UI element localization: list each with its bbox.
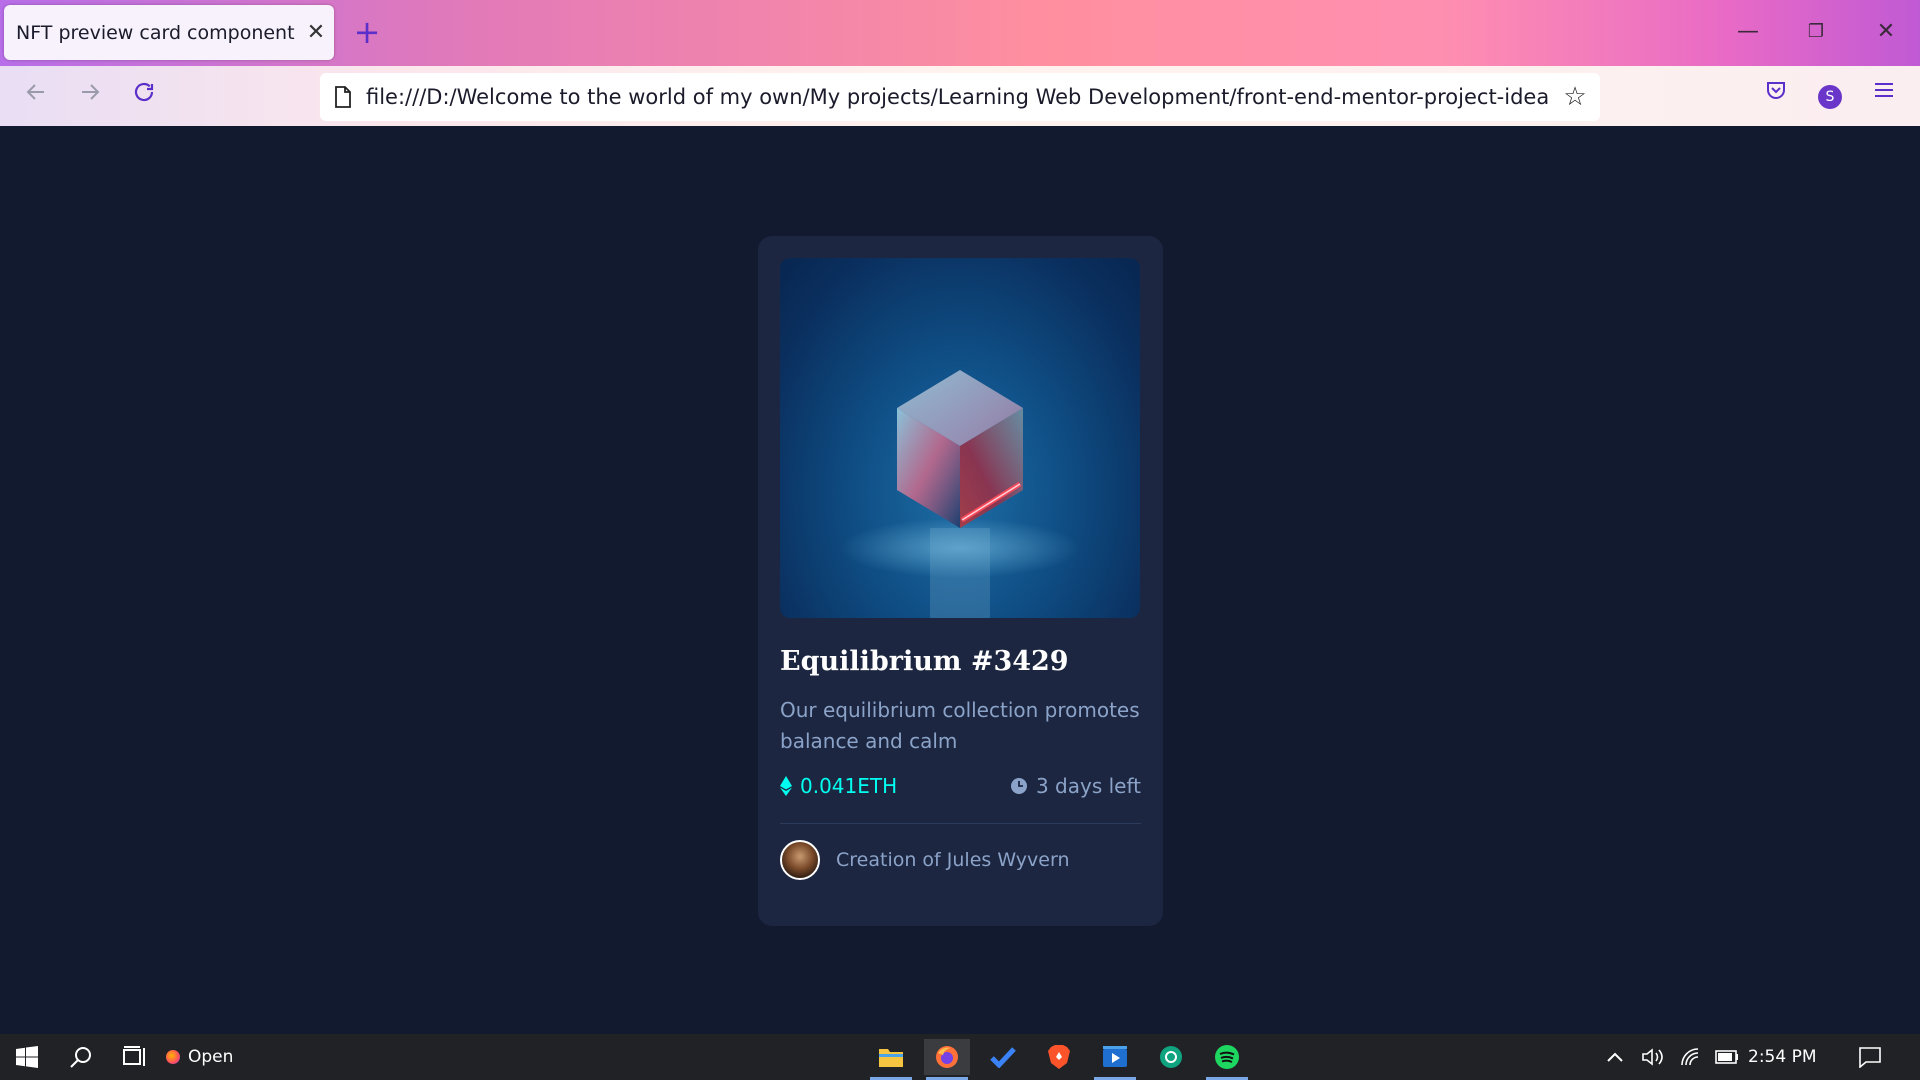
hamburger-menu-icon	[1875, 83, 1893, 97]
battery-button[interactable]	[1712, 1039, 1742, 1075]
browser-toolbar: file:///D:/Welcome to the world of my ow…	[0, 66, 1920, 126]
restore-button[interactable]: ❐	[1796, 14, 1836, 50]
reload-icon	[134, 82, 154, 102]
notifications-button[interactable]	[1852, 1039, 1888, 1075]
bookmark-star-icon[interactable]: ☆	[1550, 82, 1600, 112]
spotify-app[interactable]	[1204, 1039, 1250, 1080]
file-explorer-app[interactable]	[868, 1039, 914, 1080]
page-viewport: Equilibrium #3429 Our equilibrium collec…	[0, 126, 1920, 1034]
firefox-icon	[936, 1046, 958, 1068]
page-icon	[320, 73, 366, 121]
spotify-icon	[1215, 1045, 1239, 1069]
battery-icon	[1715, 1050, 1738, 1064]
back-button[interactable]	[16, 76, 56, 116]
clock-icon	[1010, 778, 1027, 794]
new-tab-button[interactable]: +	[352, 14, 382, 50]
chatgpt-icon	[1160, 1046, 1182, 1068]
time-left: 3 days left	[1035, 774, 1141, 798]
brave-icon	[1048, 1045, 1070, 1069]
tab-nft-preview[interactable]: NFT preview card component ✕	[4, 5, 334, 60]
equilibrium-cube-image	[840, 370, 1080, 618]
system-clock[interactable]: 2:54 PM	[1748, 1034, 1817, 1080]
account-button[interactable]: S	[1812, 78, 1848, 114]
menu-button[interactable]	[1866, 78, 1902, 114]
volume-icon	[1642, 1048, 1663, 1066]
card-description: Our equilibrium collection promotes bala…	[780, 698, 1140, 753]
video-player-icon	[1103, 1046, 1127, 1067]
nft-card: Equilibrium #3429 Our equilibrium collec…	[758, 236, 1163, 926]
profile-avatar: S	[1818, 85, 1842, 109]
creator-name[interactable]: Creation of Jules Wyvern	[836, 849, 1069, 871]
video-player-app[interactable]	[1092, 1039, 1138, 1080]
pocket-icon	[1767, 82, 1785, 99]
task-view-icon	[123, 1046, 145, 1066]
tab-title: NFT preview card component	[16, 21, 295, 44]
notification-icon	[1859, 1047, 1881, 1068]
firefox-app[interactable]	[924, 1039, 970, 1080]
forward-button[interactable]	[70, 76, 110, 116]
brave-app[interactable]	[1036, 1039, 1082, 1075]
search-button[interactable]	[58, 1039, 104, 1075]
firefox-small-icon	[166, 1050, 180, 1064]
windows-taskbar: Open 2:54 PM	[0, 1034, 1920, 1080]
search-icon	[70, 1047, 91, 1068]
card-title[interactable]: Equilibrium #3429	[780, 646, 1141, 677]
creator-avatar	[780, 840, 820, 880]
todo-app[interactable]	[980, 1039, 1026, 1075]
card-stats: 0.041ETH 3 days left	[780, 771, 1141, 801]
search-open-item[interactable]: Open	[166, 1039, 233, 1075]
url-text[interactable]: file:///D:/Welcome to the world of my ow…	[366, 85, 1550, 109]
network-button[interactable]	[1676, 1039, 1706, 1075]
ethereum-icon	[780, 776, 792, 796]
task-view-button[interactable]	[112, 1039, 158, 1075]
file-explorer-icon	[879, 1049, 903, 1067]
minimize-button[interactable]: —	[1728, 14, 1768, 50]
back-arrow-icon	[26, 84, 44, 100]
creator-row: Creation of Jules Wyvern	[780, 840, 1141, 880]
pocket-button[interactable]	[1758, 78, 1794, 114]
chatgpt-app[interactable]	[1148, 1039, 1194, 1075]
show-hidden-icons-button[interactable]	[1600, 1039, 1630, 1075]
browser-tab-bar: NFT preview card component ✕ + — ❐ ✕	[0, 0, 1920, 66]
address-bar[interactable]: file:///D:/Welcome to the world of my ow…	[320, 73, 1600, 121]
wifi-icon	[1681, 1048, 1699, 1066]
forward-arrow-icon	[82, 84, 100, 100]
card-divider	[780, 823, 1141, 824]
reload-button[interactable]	[124, 76, 164, 116]
time-group: 3 days left	[1010, 774, 1141, 798]
tab-close-icon[interactable]: ✕	[298, 20, 334, 45]
todo-icon	[990, 1047, 1016, 1068]
close-window-button[interactable]: ✕	[1866, 14, 1906, 50]
nft-image[interactable]	[780, 258, 1140, 618]
price-group: 0.041ETH	[780, 774, 897, 798]
start-button[interactable]	[4, 1039, 50, 1075]
chevron-up-icon	[1607, 1052, 1623, 1062]
volume-button[interactable]	[1638, 1039, 1668, 1075]
price-value: 0.041ETH	[800, 774, 898, 798]
open-label: Open	[188, 1047, 234, 1067]
windows-logo-icon	[16, 1046, 38, 1068]
